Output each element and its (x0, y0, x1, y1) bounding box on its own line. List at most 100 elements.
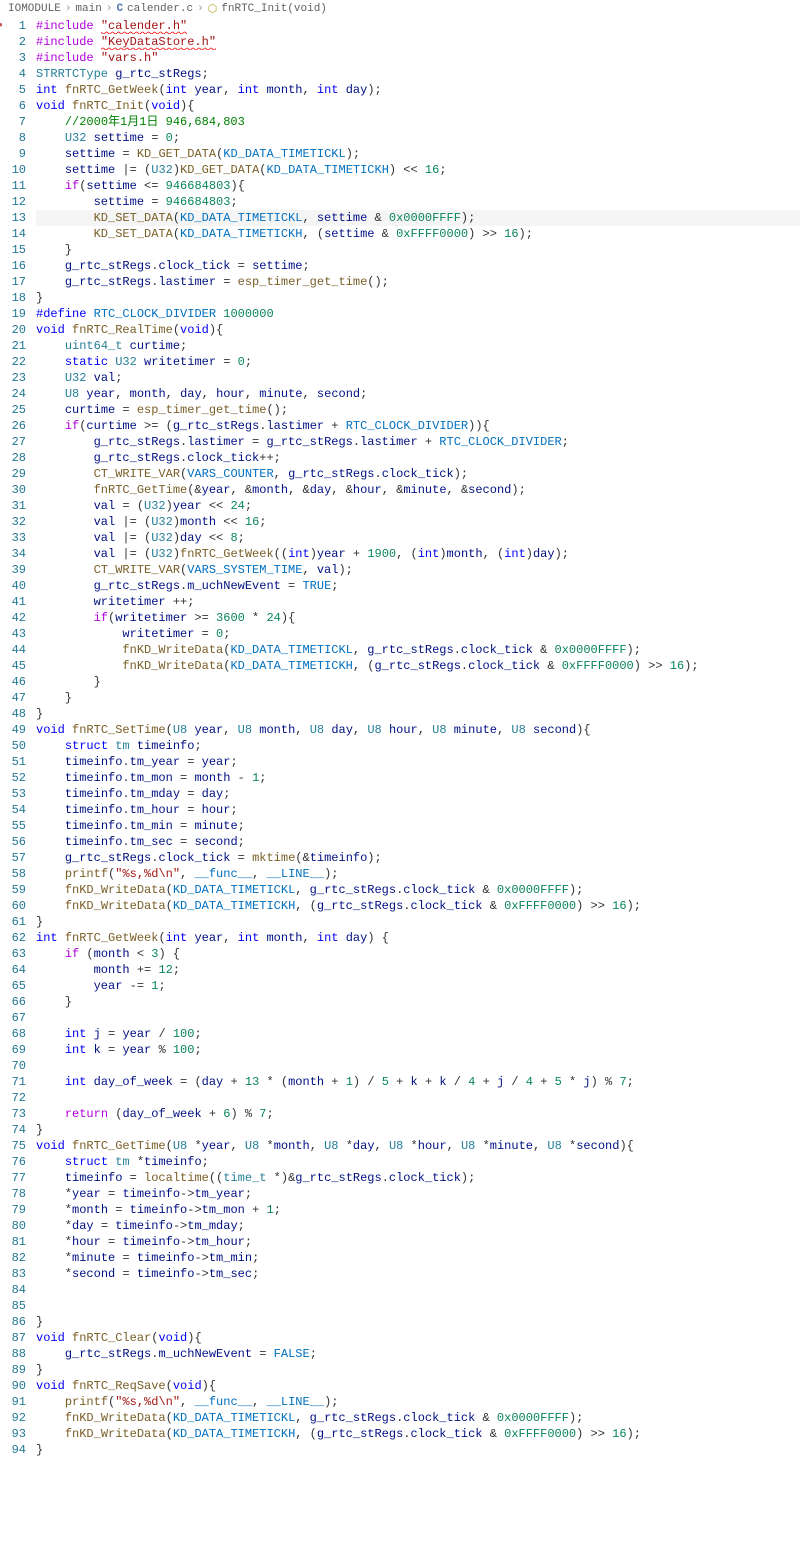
line-number[interactable]: 11 (0, 178, 26, 194)
code-line[interactable]: fnKD_WriteData(KD_DATA_TIMETICKH, (g_rtc… (36, 898, 800, 914)
line-number[interactable]: 78 (0, 1186, 26, 1202)
line-number[interactable]: 43 (0, 626, 26, 642)
line-number[interactable]: 46 (0, 674, 26, 690)
line-number[interactable]: 55 (0, 818, 26, 834)
code-line[interactable]: if(curtime >= (g_rtc_stRegs.lastimer + R… (36, 418, 800, 434)
code-line[interactable]: } (36, 690, 800, 706)
line-number[interactable]: 28 (0, 450, 26, 466)
code-line[interactable]: if(settime <= 946684803){ (36, 178, 800, 194)
code-line[interactable]: val |= (U32)fnRTC_GetWeek((int)year + 19… (36, 546, 800, 562)
breadcrumb-item[interactable]: main (75, 3, 101, 15)
line-number[interactable]: 77 (0, 1170, 26, 1186)
code-line[interactable]: settime = KD_GET_DATA(KD_DATA_TIMETICKL)… (36, 146, 800, 162)
line-number[interactable]: 7 (0, 114, 26, 130)
code-line[interactable]: timeinfo.tm_year = year; (36, 754, 800, 770)
code-line[interactable]: #define RTC_CLOCK_DIVIDER 1000000 (36, 306, 800, 322)
line-number[interactable]: 26 (0, 418, 26, 434)
line-number[interactable]: 10 (0, 162, 26, 178)
code-line[interactable]: printf("%s,%d\n", __func__, __LINE__); (36, 1394, 800, 1410)
breadcrumb-item[interactable]: calender.c (127, 3, 193, 15)
line-number[interactable]: 79 (0, 1202, 26, 1218)
line-number[interactable]: 84 (0, 1282, 26, 1298)
line-number[interactable]: 66 (0, 994, 26, 1010)
line-gutter[interactable]: 1●23456789101112131415161718192021222324… (0, 18, 36, 1458)
code-line[interactable]: *year = timeinfo->tm_year; (36, 1186, 800, 1202)
code-line[interactable]: void fnRTC_ReqSave(void){ (36, 1378, 800, 1394)
line-number[interactable]: 14 (0, 226, 26, 242)
code-line[interactable]: void fnRTC_Init(void){ (36, 98, 800, 114)
code-line[interactable]: fnKD_WriteData(KD_DATA_TIMETICKL, g_rtc_… (36, 882, 800, 898)
code-line[interactable]: g_rtc_stRegs.lastimer = esp_timer_get_ti… (36, 274, 800, 290)
code-line[interactable]: #include "KeyDataStore.h" (36, 34, 800, 50)
code-line[interactable]: int j = year / 100; (36, 1026, 800, 1042)
code-line[interactable]: settime = 946684803; (36, 194, 800, 210)
line-number[interactable]: 4 (0, 66, 26, 82)
code-line[interactable]: } (36, 1314, 800, 1330)
line-number[interactable]: 6 (0, 98, 26, 114)
line-number[interactable]: 88 (0, 1346, 26, 1362)
line-number[interactable]: 92 (0, 1410, 26, 1426)
code-line[interactable]: month += 12; (36, 962, 800, 978)
line-number[interactable]: 33 (0, 530, 26, 546)
code-line[interactable]: } (36, 1122, 800, 1138)
code-line[interactable]: return (day_of_week + 6) % 7; (36, 1106, 800, 1122)
line-number[interactable]: 12 (0, 194, 26, 210)
code-line[interactable]: g_rtc_stRegs.clock_tick = settime; (36, 258, 800, 274)
code-line[interactable]: CT_WRITE_VAR(VARS_COUNTER, g_rtc_stRegs.… (36, 466, 800, 482)
line-number[interactable]: 62 (0, 930, 26, 946)
code-line[interactable]: curtime = esp_timer_get_time(); (36, 402, 800, 418)
line-number[interactable]: 64 (0, 962, 26, 978)
line-number[interactable]: 57 (0, 850, 26, 866)
line-number[interactable]: 51 (0, 754, 26, 770)
line-number[interactable]: 49 (0, 722, 26, 738)
line-number[interactable]: 17 (0, 274, 26, 290)
code-line[interactable] (36, 1298, 800, 1314)
code-line[interactable]: } (36, 994, 800, 1010)
code-line[interactable]: writetimer = 0; (36, 626, 800, 642)
code-line[interactable]: } (36, 290, 800, 306)
line-number[interactable]: 45 (0, 658, 26, 674)
code-line[interactable] (36, 1058, 800, 1074)
code-line[interactable]: void fnRTC_SetTime(U8 year, U8 month, U8… (36, 722, 800, 738)
code-line[interactable]: fnKD_WriteData(KD_DATA_TIMETICKL, g_rtc_… (36, 642, 800, 658)
code-line[interactable]: void fnRTC_GetTime(U8 *year, U8 *month, … (36, 1138, 800, 1154)
code-line[interactable]: int fnRTC_GetWeek(int year, int month, i… (36, 930, 800, 946)
line-number[interactable]: 30 (0, 482, 26, 498)
line-number[interactable]: 5 (0, 82, 26, 98)
code-line[interactable]: KD_SET_DATA(KD_DATA_TIMETICKL, settime &… (36, 210, 800, 226)
code-line[interactable]: fnKD_WriteData(KD_DATA_TIMETICKH, (g_rtc… (36, 1426, 800, 1442)
line-number[interactable]: 40 (0, 578, 26, 594)
code-line[interactable]: #include "calender.h" (36, 18, 800, 34)
line-number[interactable]: 21 (0, 338, 26, 354)
line-number[interactable]: 87 (0, 1330, 26, 1346)
line-number[interactable]: 48 (0, 706, 26, 722)
code-line[interactable]: printf("%s,%d\n", __func__, __LINE__); (36, 866, 800, 882)
line-number[interactable]: 32 (0, 514, 26, 530)
line-number[interactable]: 75 (0, 1138, 26, 1154)
code-area[interactable]: #include "calender.h"#include "KeyDataSt… (36, 18, 800, 1458)
code-line[interactable]: *second = timeinfo->tm_sec; (36, 1266, 800, 1282)
line-number[interactable]: 67 (0, 1010, 26, 1026)
line-number[interactable]: 3 (0, 50, 26, 66)
code-line[interactable]: } (36, 1362, 800, 1378)
line-number[interactable]: 59 (0, 882, 26, 898)
line-number[interactable]: 90 (0, 1378, 26, 1394)
code-line[interactable]: } (36, 914, 800, 930)
line-number[interactable]: 19 (0, 306, 26, 322)
code-line[interactable]: timeinfo.tm_sec = second; (36, 834, 800, 850)
line-number[interactable]: 53 (0, 786, 26, 802)
code-line[interactable]: U32 settime = 0; (36, 130, 800, 146)
line-number[interactable]: 18 (0, 290, 26, 306)
code-line[interactable]: U8 year, month, day, hour, minute, secon… (36, 386, 800, 402)
code-line[interactable]: KD_SET_DATA(KD_DATA_TIMETICKH, (settime … (36, 226, 800, 242)
code-line[interactable] (36, 1282, 800, 1298)
line-number[interactable]: 54 (0, 802, 26, 818)
line-number[interactable]: 70 (0, 1058, 26, 1074)
line-number[interactable]: 13 (0, 210, 26, 226)
line-number[interactable]: 83 (0, 1266, 26, 1282)
line-number[interactable]: 41 (0, 594, 26, 610)
code-line[interactable]: g_rtc_stRegs.lastimer = g_rtc_stRegs.las… (36, 434, 800, 450)
line-number[interactable]: 61 (0, 914, 26, 930)
line-number[interactable]: 65 (0, 978, 26, 994)
code-line[interactable]: timeinfo.tm_min = minute; (36, 818, 800, 834)
